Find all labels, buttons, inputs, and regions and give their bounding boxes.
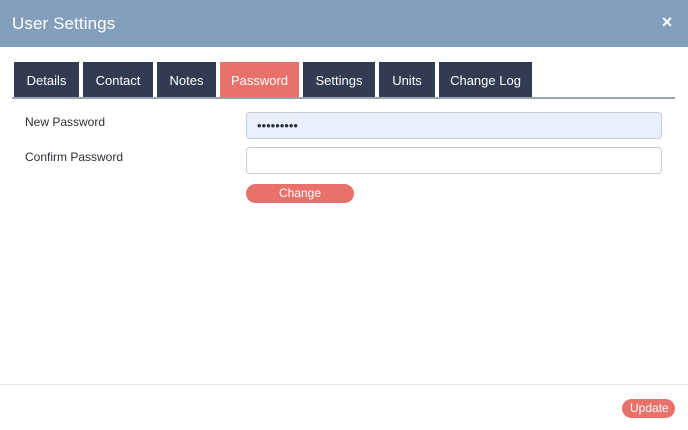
update-button[interactable]: Update — [622, 399, 675, 418]
tab-divider — [12, 97, 675, 99]
tab-change-log[interactable]: Change Log — [439, 62, 532, 98]
footer-divider — [0, 384, 688, 385]
tab-units[interactable]: Units — [379, 62, 435, 98]
new-password-input[interactable] — [246, 112, 662, 139]
close-icon[interactable]: × — [659, 13, 675, 31]
new-password-label: New Password — [25, 115, 106, 129]
modal-header: User Settings × — [0, 0, 688, 47]
tab-contact[interactable]: Contact — [83, 62, 153, 98]
tab-password[interactable]: Password — [220, 62, 299, 98]
tab-settings[interactable]: Settings — [303, 62, 375, 98]
tab-bar: Details Contact Notes Password Settings … — [14, 62, 532, 98]
tab-details[interactable]: Details — [14, 62, 79, 98]
change-password-button[interactable]: Change Password — [246, 184, 354, 219]
confirm-password-input[interactable] — [246, 147, 662, 174]
tab-notes[interactable]: Notes — [157, 62, 216, 98]
confirm-password-label: Confirm Password — [25, 150, 124, 164]
modal-title: User Settings — [12, 13, 116, 33]
